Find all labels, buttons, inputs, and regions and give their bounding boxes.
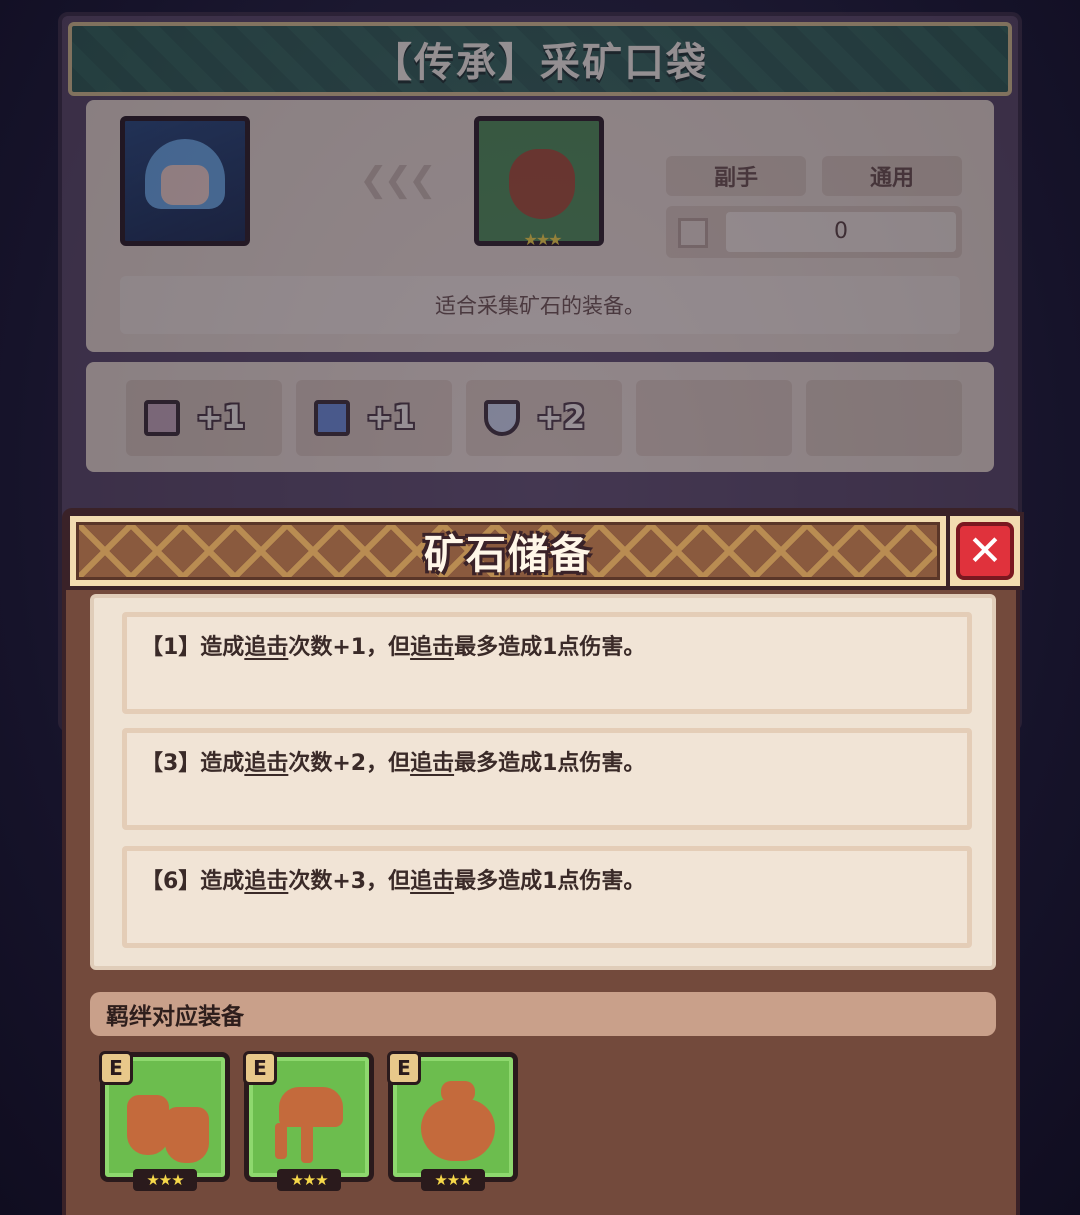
effect-row: 【1】造成追击次数+1，但追击最多造成1点伤害。	[122, 612, 972, 714]
item-title: 【传承】采矿口袋	[372, 40, 708, 86]
effect-text: 次数+3，但	[288, 869, 411, 894]
scroll-icon	[144, 400, 180, 436]
item-icon: ★★★	[474, 116, 604, 249]
keyword-link[interactable]: 追击	[410, 751, 454, 776]
effect-text: 最多造成1点伤害。	[454, 635, 646, 660]
keyword-link[interactable]: 追击	[244, 635, 288, 660]
item-description: 适合采集矿石的装备。	[120, 276, 960, 334]
grade-badge: E	[243, 1051, 277, 1085]
shield-icon	[484, 400, 520, 436]
stat-value: +2	[536, 398, 586, 436]
bond-section-header: 羁绊对应装备	[90, 992, 996, 1036]
keyword-link[interactable]: 追击	[244, 869, 288, 894]
stat-slot-empty	[636, 380, 792, 456]
close-button[interactable]: ✕	[946, 512, 1024, 590]
popup-title: 矿石储备	[424, 532, 592, 578]
effect-text: 【6】造成	[141, 869, 245, 894]
boots-icon	[127, 1095, 169, 1155]
item-stats-panel: +1 +1 +2	[86, 362, 994, 472]
character-portrait[interactable]	[120, 116, 250, 246]
glove-finger	[301, 1123, 313, 1163]
sack-icon	[509, 149, 575, 219]
item-stars: ★★★	[421, 1169, 485, 1191]
stat-value: +1	[196, 398, 246, 436]
effect-text: 次数+1，但	[288, 635, 411, 660]
bond-label: 羁绊对应装备	[106, 1004, 244, 1030]
effect-text: 最多造成1点伤害。	[454, 869, 646, 894]
effect-row: 【6】造成追击次数+3，但追击最多造成1点伤害。	[122, 846, 972, 948]
close-icon: ✕	[956, 522, 1014, 580]
stat-slot: +1	[296, 380, 452, 456]
item-stars: ★★★	[523, 230, 562, 249]
item-title-bar: 【传承】采矿口袋	[68, 22, 1012, 96]
ore-reserve-popup: 矿石储备 ✕ 【1】造成追击次数+1，但追击最多造成1点伤害。 【3】造成追击次…	[62, 508, 1024, 1215]
effect-row: 【3】造成追击次数+2，但追击最多造成1点伤害。	[122, 728, 972, 830]
effect-text: 次数+2，但	[288, 751, 411, 776]
bond-item-boots[interactable]: E ★★★	[99, 1051, 230, 1191]
tag-offhand: 副手	[666, 156, 806, 196]
keyword-link[interactable]: 追击	[244, 751, 288, 776]
boots-icon-part	[165, 1107, 209, 1163]
boot-icon	[314, 400, 350, 436]
tag-general: 通用	[822, 156, 962, 196]
effect-text: 【1】造成	[141, 635, 245, 660]
keyword-link[interactable]: 追击	[410, 869, 454, 894]
grade-badge: E	[99, 1051, 133, 1085]
grid-icon	[678, 218, 708, 248]
effects-panel: 【1】造成追击次数+1，但追击最多造成1点伤害。 【3】造成追击次数+2，但追击…	[90, 594, 996, 970]
item-count-box: 0	[666, 206, 962, 258]
item-count-value: 0	[726, 212, 956, 252]
glove-finger	[275, 1123, 287, 1159]
item-info-panel: ❮❮❮ ★★★ 副手 通用 0 适合采集矿石的装备。	[86, 100, 994, 352]
stat-slot-empty	[806, 380, 962, 456]
portrait-face	[161, 165, 209, 205]
stat-slot: +2	[466, 380, 622, 456]
effect-text: 【3】造成	[141, 751, 245, 776]
popup-header: 矿石储备	[66, 512, 950, 590]
item-stars: ★★★	[133, 1169, 197, 1191]
glove-icon	[279, 1087, 343, 1127]
bond-items-list: E ★★★ E ★★★ E ★★★	[99, 1051, 518, 1192]
keyword-link[interactable]: 追击	[410, 635, 454, 660]
effect-text: 最多造成1点伤害。	[454, 751, 646, 776]
stat-value: +1	[366, 398, 416, 436]
stat-slot: +1	[126, 380, 282, 456]
bond-item-sack[interactable]: E ★★★	[387, 1051, 518, 1191]
grade-badge: E	[387, 1051, 421, 1085]
item-stars: ★★★	[277, 1169, 341, 1191]
arrow-left-icon: ❮❮❮	[359, 160, 436, 200]
sack-icon	[421, 1099, 495, 1161]
bond-item-glove[interactable]: E ★★★	[243, 1051, 374, 1191]
